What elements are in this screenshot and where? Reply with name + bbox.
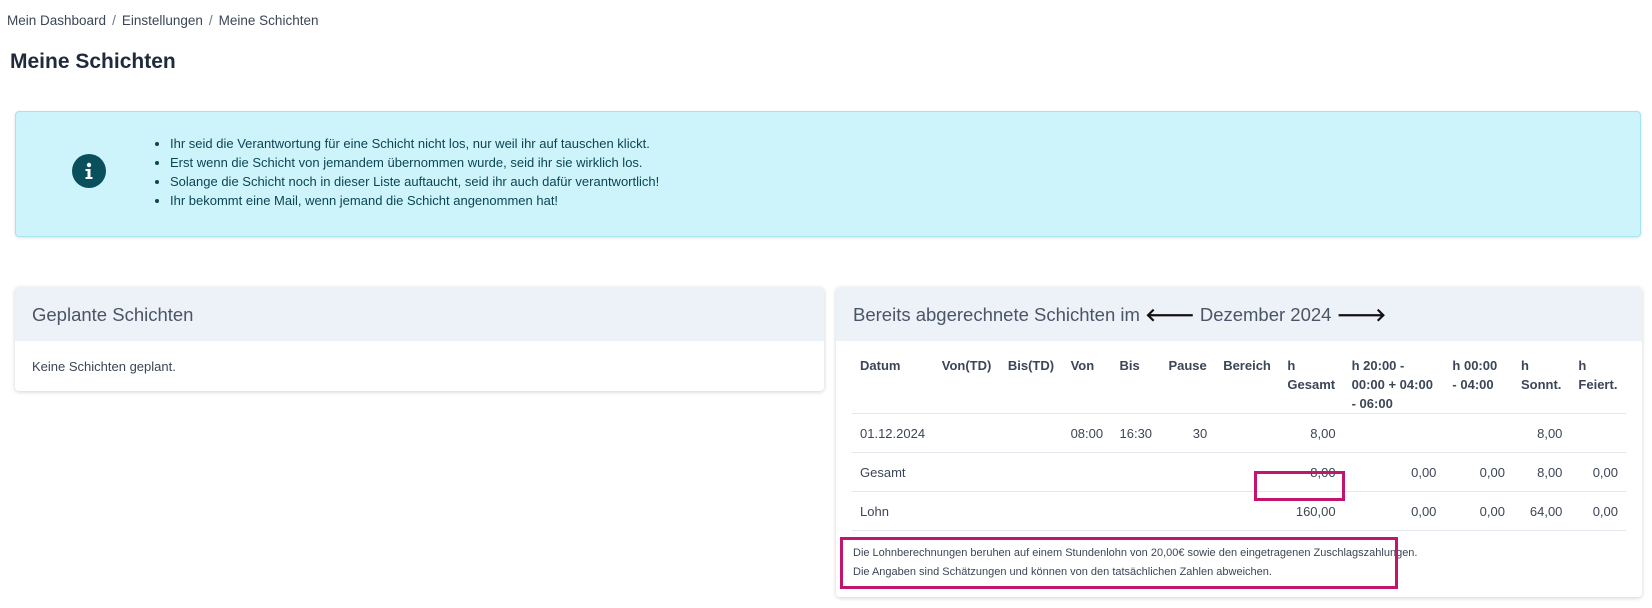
col-h-night-2: h 00:00 - 04:00 [1452,358,1498,392]
col-datum: Datum [860,358,901,373]
breadcrumb-settings-link[interactable]: Einstellungen [122,13,203,28]
breadcrumb: Mein Dashboard / Einstellungen / Meine S… [7,13,318,28]
info-alert: Ihr seid die Verantwortung für eine Schi… [15,111,1641,237]
col-bis-td: Bis(TD) [1007,358,1055,373]
breadcrumb-separator: / [112,13,116,28]
breadcrumb-dashboard-link[interactable]: Mein Dashboard [7,13,106,28]
col-bis: Bis [1119,358,1140,373]
table-row: 01.12.2024 08:00 16:30 30 8,00 8,00 [852,413,1626,453]
col-h-gesamt: h Gesamt [1287,358,1336,392]
planned-shifts-empty: Keine Schichten geplant. [32,359,176,374]
col-h-night-1: h 20:00 - 00:00 + 04:00 - 06:00 [1351,358,1433,411]
cell-bis: 16:30 [1111,413,1161,453]
table-row-gesamt: Gesamt 8,00 0,00 0,00 8,00 0,00 [852,452,1626,492]
cell-bis-td [999,413,1063,453]
col-h-sonnt: h Sonnt. [1520,358,1562,392]
cell-h-sonnt: 8,00 [1512,413,1571,453]
page-title: Meine Schichten [10,50,176,73]
next-month-arrow-icon[interactable]: 🡒 [1337,304,1387,325]
breadcrumb-current: Meine Schichten [218,13,319,28]
col-pause: Pause [1168,358,1207,373]
cell-gesamt-h-night-2: 0,00 [1444,452,1513,492]
col-bereich: Bereich [1223,358,1271,373]
alert-item: Ihr seid die Verantwortung für eine Schi… [170,134,659,153]
cell-gesamt-label: Gesamt [852,452,934,492]
cell-datum: 01.12.2024 [852,413,934,453]
col-h-feiert: h Feiert. [1578,358,1618,392]
cell-h-night-2 [1444,413,1513,453]
billed-shifts-title: Bereits abgerechnete Schichten im [853,304,1140,325]
lohn-total-highlight [1254,471,1345,501]
info-icon [72,154,106,188]
planned-shifts-title: Geplante Schichten [15,287,824,341]
cell-gesamt-h-feiert: 0,00 [1570,452,1626,492]
cell-h-night-1 [1343,413,1445,453]
cell-gesamt-h-night-1: 0,00 [1343,452,1445,492]
table-header-row: Datum Von(TD) Bis(TD) Von Bis Pause Bere… [852,356,1626,414]
footnote-highlight [840,537,1398,589]
table-row-lohn: Lohn 160,00 0,00 0,00 64,00 0,00 [852,491,1626,531]
cell-h-feiert [1570,413,1626,453]
cell-von-td [933,413,1000,453]
alert-item: Solange die Schicht noch in dieser Liste… [170,172,659,191]
col-von: Von [1070,358,1095,373]
cell-lohn-h-sonnt: 64,00 [1512,491,1571,531]
month-label: Dezember 2024 [1199,304,1332,325]
cell-bereich [1215,413,1280,453]
cell-lohn-h-night-1: 0,00 [1343,491,1445,531]
alert-item: Ihr bekommt eine Mail, wenn jemand die S… [170,191,659,210]
billed-shifts-card: Bereits abgerechnete Schichten im 🡐 Deze… [836,287,1642,597]
planned-shifts-card: Geplante Schichten Keine Schichten gepla… [15,287,824,391]
cell-h-gesamt: 8,00 [1279,413,1344,453]
cell-von: 08:00 [1062,413,1112,453]
alert-list: Ihr seid die Verantwortung für eine Schi… [148,134,659,210]
cell-pause: 30 [1160,413,1216,453]
billed-shifts-table: Datum Von(TD) Bis(TD) Von Bis Pause Bere… [852,356,1626,531]
col-von-td: Von(TD) [941,358,992,373]
billed-shifts-header: Bereits abgerechnete Schichten im 🡐 Deze… [836,287,1642,341]
breadcrumb-separator: / [208,13,213,28]
cell-gesamt-h-sonnt: 8,00 [1512,452,1571,492]
prev-month-arrow-icon[interactable]: 🡐 [1145,304,1195,325]
cell-lohn-h-night-2: 0,00 [1444,491,1513,531]
cell-lohn-label: Lohn [852,491,934,531]
cell-lohn-h-feiert: 0,00 [1570,491,1626,531]
alert-item: Erst wenn die Schicht von jemandem übern… [170,153,659,172]
